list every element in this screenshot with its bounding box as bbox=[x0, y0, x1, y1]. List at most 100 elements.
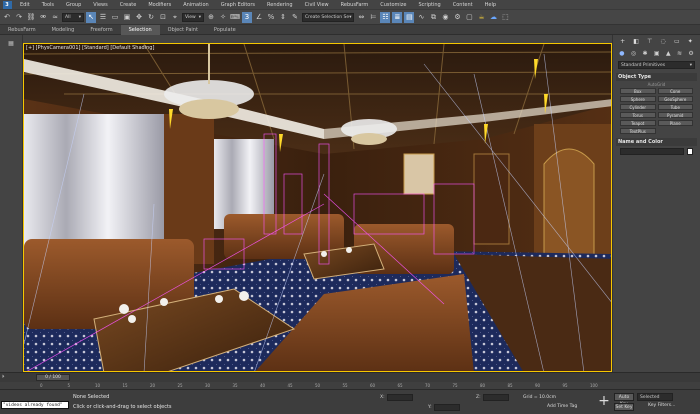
geometry-icon[interactable]: ● bbox=[619, 50, 624, 57]
select-move-icon[interactable]: ✥ bbox=[134, 12, 144, 23]
time-slider[interactable]: 0 / 100 bbox=[36, 374, 70, 381]
cameras-icon[interactable]: ▣ bbox=[654, 50, 660, 57]
percent-snap-icon[interactable]: % bbox=[266, 12, 276, 23]
edit-named-selection-icon[interactable]: ✎ bbox=[290, 12, 300, 23]
auto-key-button[interactable]: Auto Key bbox=[614, 393, 634, 407]
material-editor-icon[interactable]: ◉ bbox=[440, 12, 450, 23]
cylinder-button[interactable]: Cylinder bbox=[620, 104, 656, 110]
pyramid-button[interactable]: Pyramid bbox=[657, 112, 693, 118]
mirror-icon[interactable]: ⇔ bbox=[356, 12, 366, 23]
redo-icon[interactable]: ↷ bbox=[14, 12, 24, 23]
shapes-icon[interactable]: ◎ bbox=[631, 50, 636, 57]
pivot-center-icon[interactable]: ⊕ bbox=[206, 12, 216, 23]
angle-snap-icon[interactable]: ∠ bbox=[254, 12, 264, 23]
spinner-snap-icon[interactable]: ⇕ bbox=[278, 12, 288, 23]
ribbon-toggle-icon[interactable]: ▤ bbox=[404, 11, 415, 23]
bind-spacewarp-icon[interactable]: ≈ bbox=[50, 12, 60, 23]
schematic-view-icon[interactable]: ⧉ bbox=[428, 12, 438, 23]
render-online-icon[interactable]: ⬚ bbox=[500, 12, 510, 23]
geosphere-button[interactable]: GeoSphere bbox=[657, 96, 693, 102]
tab-modeling[interactable]: Modeling bbox=[44, 25, 83, 35]
placement-icon[interactable]: ⌖ bbox=[170, 12, 180, 23]
hierarchy-tab-icon[interactable]: ⊤ bbox=[647, 38, 652, 45]
align-icon[interactable]: ⊨ bbox=[368, 12, 378, 23]
menu-content[interactable]: Content bbox=[447, 2, 479, 8]
lights-icon[interactable]: ✱ bbox=[642, 50, 647, 57]
box-button[interactable]: Box bbox=[620, 88, 656, 94]
tab-rebusfarm[interactable]: RebusFarm bbox=[0, 25, 44, 35]
viewport-label[interactable]: [+] [PhysCamera001] [Standard] [Default … bbox=[26, 45, 154, 51]
plane-button[interactable]: Plane bbox=[657, 120, 693, 126]
add-time-tag[interactable]: Add Time Tag bbox=[547, 404, 577, 409]
named-selection-dropdown[interactable]: Create Selection Se ▾ bbox=[302, 12, 355, 22]
teapot-button[interactable]: Teapot bbox=[620, 120, 656, 126]
render-production-icon[interactable]: ☕ bbox=[476, 12, 486, 23]
keyboard-shortcut-icon[interactable]: ⌨ bbox=[230, 12, 240, 23]
menu-civil-view[interactable]: Civil View bbox=[299, 2, 335, 8]
rendered-frame-window-icon[interactable]: ▢ bbox=[464, 12, 474, 23]
autogrid-checkbox[interactable]: AutoGrid bbox=[616, 82, 697, 87]
perspective-viewport[interactable] bbox=[23, 43, 612, 372]
create-tab-icon[interactable]: + bbox=[620, 38, 625, 45]
object-type-header[interactable]: Object Type bbox=[616, 73, 697, 81]
motion-tab-icon[interactable]: ◌ bbox=[661, 38, 666, 45]
layer-explorer-icon[interactable]: ≣ bbox=[392, 11, 403, 23]
undo-icon[interactable]: ↶ bbox=[2, 12, 12, 23]
sphere-button[interactable]: Sphere bbox=[620, 96, 656, 102]
menu-customize[interactable]: Customize bbox=[374, 2, 412, 8]
tab-freeform[interactable]: Freeform bbox=[82, 25, 120, 35]
tab-object-paint[interactable]: Object Paint bbox=[160, 25, 206, 35]
textplus-button[interactable]: TextPlus bbox=[620, 128, 656, 134]
render-iterative-icon[interactable]: ☁ bbox=[488, 12, 498, 23]
menu-edit[interactable]: Edit bbox=[14, 2, 36, 8]
rectangle-selection-icon[interactable]: ▭ bbox=[110, 12, 120, 23]
torus-button[interactable]: Torus bbox=[620, 112, 656, 118]
systems-icon[interactable]: ⚙ bbox=[688, 50, 693, 57]
app-logo[interactable]: 3 bbox=[0, 0, 14, 10]
scene-explorer-icon[interactable]: ☷ bbox=[380, 11, 391, 23]
spacewarps-icon[interactable]: ≋ bbox=[677, 50, 682, 57]
menu-animation[interactable]: Animation bbox=[177, 2, 215, 8]
z-field[interactable] bbox=[482, 394, 509, 401]
menu-views[interactable]: Views bbox=[87, 2, 113, 8]
tube-button[interactable]: Tube bbox=[657, 104, 693, 110]
maxscript-listener[interactable]: "videos already found" bbox=[1, 401, 69, 409]
key-mode-dropdown[interactable]: Selected bbox=[637, 393, 673, 401]
unlink-icon[interactable]: ⚮ bbox=[38, 12, 48, 23]
menu-graph-editors[interactable]: Graph Editors bbox=[215, 2, 261, 8]
utilities-tab-icon[interactable]: ✦ bbox=[688, 38, 693, 45]
select-manipulate-icon[interactable]: ✧ bbox=[218, 12, 228, 23]
menu-tools[interactable]: Tools bbox=[36, 2, 60, 8]
select-rotate-icon[interactable]: ↻ bbox=[146, 12, 156, 23]
tab-selection[interactable]: Selection bbox=[120, 24, 160, 35]
set-key-button[interactable]: Set Key bbox=[614, 403, 634, 411]
modify-tab-icon[interactable]: ◧ bbox=[633, 38, 639, 45]
render-setup-icon[interactable]: ⚙ bbox=[452, 12, 462, 23]
display-tab-icon[interactable]: ▭ bbox=[674, 38, 680, 45]
menu-scripting[interactable]: Scripting bbox=[413, 2, 447, 8]
menu-help[interactable]: Help bbox=[479, 2, 502, 8]
object-color-swatch[interactable] bbox=[687, 148, 693, 155]
add-key-icon[interactable]: + bbox=[598, 393, 610, 409]
select-by-name-icon[interactable]: ☰ bbox=[98, 12, 108, 23]
select-object-icon[interactable]: ↖ bbox=[86, 11, 96, 23]
timeline-track[interactable]: 0 5 10 15 20 25 30 35 40 45 50 55 60 65 70 75 80 85 90 95 10… bbox=[0, 382, 700, 390]
selection-filter-dropdown[interactable]: All ▾ bbox=[62, 12, 84, 22]
reference-coordinate-dropdown[interactable]: View ▾ bbox=[182, 12, 204, 22]
x-field[interactable] bbox=[386, 394, 413, 401]
helpers-icon[interactable]: ▲ bbox=[666, 50, 671, 57]
menu-rendering[interactable]: Rendering bbox=[261, 2, 299, 8]
menu-group[interactable]: Group bbox=[60, 2, 87, 8]
menu-create[interactable]: Create bbox=[114, 2, 143, 8]
y-field[interactable] bbox=[433, 404, 460, 411]
snaps-toggle-icon[interactable]: 3 bbox=[242, 11, 252, 23]
menu-modifiers[interactable]: Modifiers bbox=[142, 2, 177, 8]
timeline-toggle-icon[interactable]: ⏵ bbox=[2, 374, 5, 380]
object-name-field[interactable] bbox=[620, 148, 684, 155]
name-color-header[interactable]: Name and Color bbox=[616, 138, 697, 146]
tab-populate[interactable]: Populate bbox=[206, 25, 244, 35]
link-icon[interactable]: ⛓ bbox=[26, 12, 36, 23]
primitive-type-dropdown[interactable]: Standard Primitives ▾ bbox=[618, 61, 695, 69]
window-crossing-icon[interactable]: ▣ bbox=[122, 12, 132, 23]
cone-button[interactable]: Cone bbox=[657, 88, 693, 94]
